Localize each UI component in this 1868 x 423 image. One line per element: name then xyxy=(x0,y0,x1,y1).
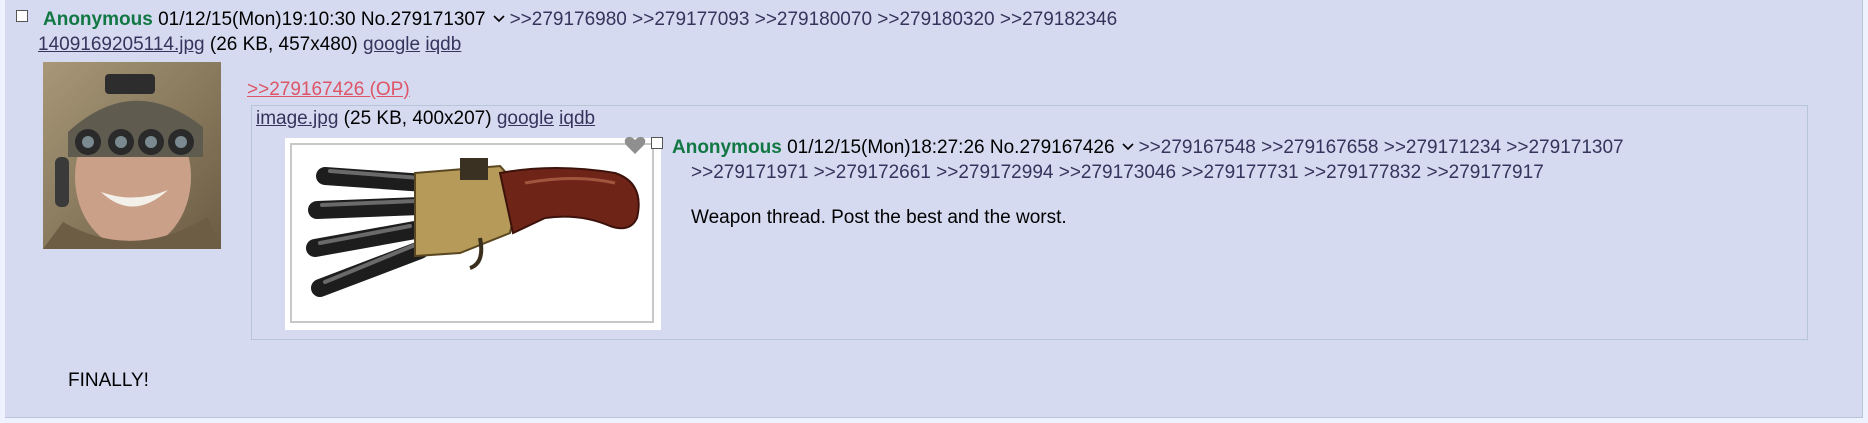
chevron-down-icon[interactable] xyxy=(1121,141,1135,153)
inline-post-thumbnail[interactable] xyxy=(285,138,661,330)
post-header: Anonymous 01/12/15(Mon)19:10:30 No.27917… xyxy=(43,9,1117,31)
file-meta: (26 KB, 457x480) xyxy=(209,34,358,55)
inline-post-message: Weapon thread. Post the best and the wor… xyxy=(691,207,1067,228)
backlink[interactable]: >>279177731 xyxy=(1181,162,1298,183)
backlink[interactable]: >>279171234 xyxy=(1384,137,1501,158)
poster-name: Anonymous xyxy=(43,9,153,30)
inlined-quote-post: image.jpg (25 KB, 400x207) google iqdb A… xyxy=(251,105,1808,340)
backlink[interactable]: >>279180320 xyxy=(877,9,994,30)
backlink[interactable]: >>279182346 xyxy=(1000,9,1117,30)
heart-icon[interactable] xyxy=(624,136,646,155)
file-info: 1409169205114.jpg (26 KB, 457x480) googl… xyxy=(38,34,461,56)
inline-file-info: image.jpg (25 KB, 400x207) google iqdb xyxy=(256,108,595,130)
backlink[interactable]: >>279171307 xyxy=(1506,137,1623,158)
inline-file-meta: (25 KB, 400x207) xyxy=(343,108,492,129)
backlink[interactable]: >>279176980 xyxy=(510,9,627,30)
google-search-link[interactable]: google xyxy=(363,34,420,55)
inline-backlinks-row: >>279171971 >>279172661 >>279172994 >>27… xyxy=(691,162,1544,184)
backlink[interactable]: >>279173046 xyxy=(1059,162,1176,183)
file-link[interactable]: 1409169205114.jpg xyxy=(38,34,205,55)
post-select-checkbox[interactable] xyxy=(16,10,28,22)
inline-post-datetime: 01/12/15(Mon)18:27:26 xyxy=(787,137,985,158)
iqdb-search-link[interactable]: iqdb xyxy=(425,34,461,55)
post-thumbnail[interactable] xyxy=(43,62,221,249)
backlink[interactable]: >>279167548 xyxy=(1139,137,1256,158)
inline-iqdb-search-link[interactable]: iqdb xyxy=(559,108,595,129)
backlink[interactable]: >>279172994 xyxy=(936,162,1053,183)
backlink[interactable]: >>279180070 xyxy=(755,9,872,30)
backlink[interactable]: >>279167658 xyxy=(1261,137,1378,158)
backlink[interactable]: >>279171971 xyxy=(691,162,808,183)
inline-google-search-link[interactable]: google xyxy=(497,108,554,129)
reply-post: Anonymous 01/12/15(Mon)19:10:30 No.27917… xyxy=(5,0,1863,418)
chevron-down-icon[interactable] xyxy=(492,13,506,25)
post-message: FINALLY! xyxy=(68,370,149,391)
inline-poster-name: Anonymous xyxy=(672,137,782,158)
post-datetime: 01/12/15(Mon)19:10:30 xyxy=(158,9,356,30)
backlink[interactable]: >>279177093 xyxy=(632,9,749,30)
inline-post-header: Anonymous 01/12/15(Mon)18:27:26 No.27916… xyxy=(672,137,1624,159)
backlink[interactable]: >>279172661 xyxy=(814,162,931,183)
backlink[interactable]: >>279177832 xyxy=(1304,162,1421,183)
backlink[interactable]: >>279177917 xyxy=(1426,162,1543,183)
inline-post-number[interactable]: No.279167426 xyxy=(990,137,1115,158)
inline-post-select-checkbox[interactable] xyxy=(651,137,663,149)
inline-file-link[interactable]: image.jpg xyxy=(256,108,338,129)
op-quote-link[interactable]: >>279167426 (OP) xyxy=(247,79,410,101)
post-number[interactable]: No.279171307 xyxy=(361,9,486,30)
